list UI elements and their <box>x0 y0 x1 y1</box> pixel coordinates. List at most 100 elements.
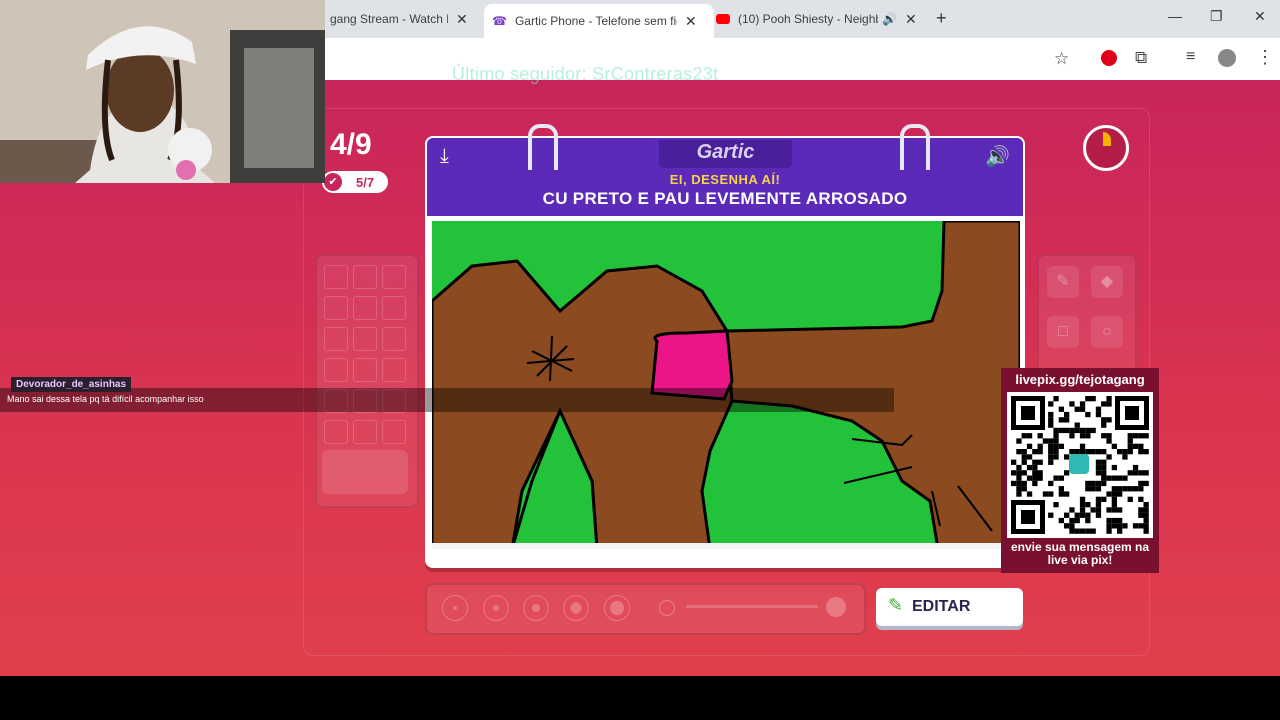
qr-module <box>1106 507 1112 513</box>
qr-module <box>1111 475 1117 481</box>
close-tab-icon[interactable]: ✕ <box>905 11 917 28</box>
qr-module <box>1106 433 1112 439</box>
color-swatch[interactable] <box>382 296 406 320</box>
media-controls-icon[interactable]: ≡ <box>1186 48 1195 66</box>
qr-module <box>1095 449 1102 455</box>
restore-button[interactable]: ❐ <box>1210 8 1223 25</box>
brush-size-5[interactable] <box>604 595 630 621</box>
qr-module <box>1138 433 1144 439</box>
drawing-canvas[interactable] <box>432 221 1020 549</box>
color-swatch[interactable] <box>324 420 348 444</box>
qr-module <box>1101 417 1107 423</box>
volume-icon[interactable]: 🔊 <box>985 144 1010 169</box>
current-color-swatch <box>322 450 408 494</box>
qr-module <box>1085 528 1091 534</box>
close-tab-icon[interactable]: ✕ <box>456 11 468 28</box>
opacity-slider-handle[interactable] <box>826 597 846 617</box>
tab-youtube[interactable]: (10) Pooh Shiesty - Neighbo 🔊 ✕ <box>716 0 924 38</box>
rectangle-tool-icon[interactable]: □ <box>1047 316 1079 348</box>
qr-module <box>1064 523 1070 529</box>
qr-module <box>1016 491 1022 497</box>
qr-module <box>1101 475 1107 481</box>
qr-module <box>1117 491 1123 497</box>
qr-module <box>1085 396 1091 402</box>
pencil-tool-icon[interactable]: ✎ <box>1047 266 1079 298</box>
opera-icon[interactable] <box>1101 50 1117 66</box>
extensions-icon[interactable]: ⧉ <box>1135 48 1147 68</box>
color-swatch[interactable] <box>382 358 406 382</box>
qr-module <box>1069 401 1075 407</box>
close-window-button[interactable]: ✕ <box>1254 8 1266 25</box>
minimize-button[interactable]: — <box>1168 8 1182 24</box>
color-swatch[interactable] <box>353 296 377 320</box>
qr-module <box>1085 427 1091 434</box>
qr-module <box>1127 486 1133 492</box>
qr-module <box>1069 517 1075 524</box>
qr-module <box>1016 464 1022 471</box>
color-swatch[interactable] <box>353 420 377 444</box>
color-swatch[interactable] <box>324 358 348 382</box>
ellipse-tool-icon[interactable]: ○ <box>1091 316 1123 348</box>
new-tab-button[interactable]: + <box>936 8 947 29</box>
webcam-image <box>0 0 325 183</box>
color-swatch[interactable] <box>324 265 348 289</box>
qr-module <box>1026 433 1033 439</box>
qr-module <box>1106 454 1112 460</box>
qr-module <box>1095 486 1102 492</box>
brush-size-1[interactable] <box>442 595 468 621</box>
qr-module <box>1085 480 1091 487</box>
color-swatch[interactable] <box>382 327 406 351</box>
color-swatch[interactable] <box>353 265 377 289</box>
qr-module <box>1085 517 1091 524</box>
opacity-slider[interactable] <box>686 605 818 608</box>
qr-module <box>1053 449 1059 455</box>
menu-icon[interactable]: ⋮ <box>1256 47 1274 68</box>
qr-module <box>1064 454 1070 460</box>
webcam-feed <box>0 0 325 183</box>
qr-module <box>1016 438 1022 444</box>
brush-size-3[interactable] <box>523 595 549 621</box>
bookmark-star-icon[interactable]: ☆ <box>1054 49 1069 69</box>
color-swatch[interactable] <box>324 296 348 320</box>
qr-module <box>1143 502 1149 508</box>
qr-module <box>1058 475 1064 481</box>
qr-module <box>1090 449 1096 455</box>
color-swatch[interactable] <box>382 265 406 289</box>
color-swatch[interactable] <box>382 420 406 444</box>
eraser-tool-icon[interactable]: ◆ <box>1091 266 1123 298</box>
qr-module <box>1074 427 1080 434</box>
qr-module <box>1127 470 1133 476</box>
edit-button[interactable]: ✎ EDITAR <box>876 588 1023 626</box>
qr-module <box>1095 480 1102 487</box>
qr-module <box>1048 454 1054 460</box>
qr-module <box>1064 512 1070 518</box>
qr-module <box>1138 496 1144 502</box>
tab-stream[interactable]: gang Stream - Watch Live ✕ <box>330 0 480 38</box>
download-icon[interactable]: ⤓ <box>440 145 449 168</box>
qr-module <box>1117 517 1123 524</box>
color-swatch[interactable] <box>353 327 377 351</box>
brush-size-2[interactable] <box>483 595 509 621</box>
qr-module <box>1143 523 1149 529</box>
qr-module <box>1058 517 1064 524</box>
color-swatch[interactable] <box>324 327 348 351</box>
tab-gartic[interactable]: ☎ Gartic Phone - Telefone sem fio ✕ <box>484 4 714 38</box>
qr-module <box>1101 496 1107 502</box>
qr-module <box>1095 464 1102 471</box>
qr-module <box>1085 512 1091 518</box>
qr-module <box>1011 459 1017 465</box>
qr-module <box>1143 512 1149 518</box>
qr-module <box>1064 470 1070 476</box>
qr-module <box>1079 401 1086 407</box>
qr-module <box>1074 512 1080 518</box>
qr-module <box>1016 449 1022 455</box>
qr-module <box>1122 475 1128 481</box>
close-tab-icon[interactable]: ✕ <box>685 13 697 30</box>
qr-module <box>1095 459 1102 465</box>
brush-size-4[interactable] <box>563 595 589 621</box>
youtube-icon <box>716 14 730 24</box>
qr-module <box>1117 475 1123 481</box>
speaker-icon[interactable]: 🔊 <box>882 12 897 26</box>
profile-avatar[interactable] <box>1218 49 1236 67</box>
color-swatch[interactable] <box>353 358 377 382</box>
